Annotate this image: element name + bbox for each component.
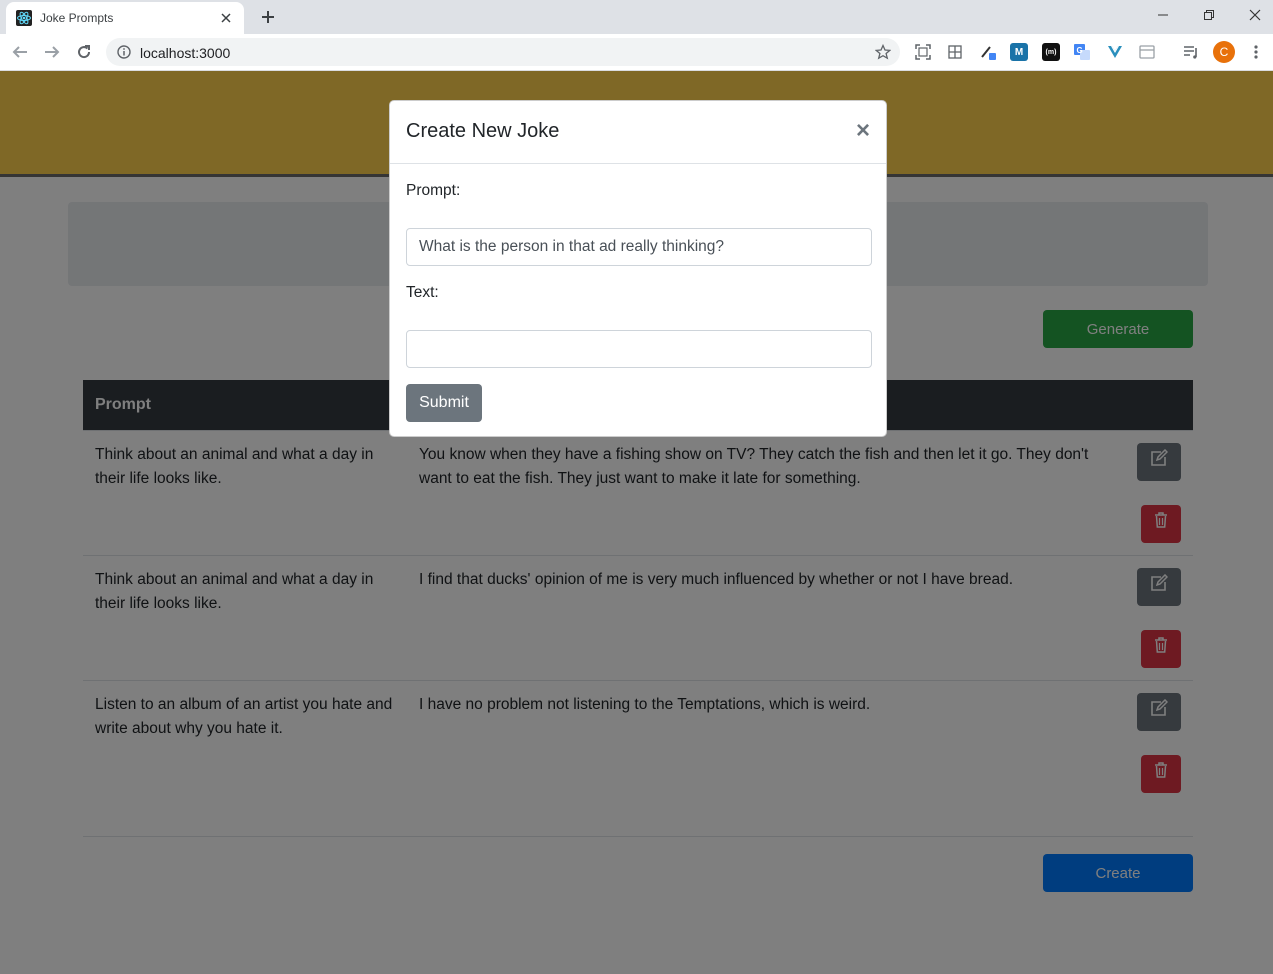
translate-extension-icon[interactable]: G xyxy=(1073,43,1091,61)
m-extension-icon[interactable]: M xyxy=(1010,43,1028,61)
back-arrow-icon[interactable] xyxy=(7,39,33,65)
forward-arrow-icon[interactable] xyxy=(39,39,65,65)
new-tab-plus-icon[interactable] xyxy=(256,6,280,28)
browser-tab[interactable]: Joke Prompts xyxy=(6,2,244,34)
pen-extension-icon[interactable] xyxy=(979,43,997,61)
vue-extension-icon[interactable] xyxy=(1106,43,1124,61)
modal-title: Create New Joke xyxy=(406,120,560,142)
react-favicon-icon xyxy=(16,10,32,26)
close-icon[interactable]: × xyxy=(853,117,873,144)
media-queue-icon[interactable] xyxy=(1182,43,1200,61)
submit-button[interactable]: Submit xyxy=(406,384,482,422)
screenshot-extension-icon[interactable] xyxy=(914,43,932,61)
tab-strip: Joke Prompts xyxy=(0,0,1273,34)
profile-avatar[interactable]: C xyxy=(1213,41,1235,63)
tab-title: Joke Prompts xyxy=(40,11,114,25)
create-joke-modal: Create New Joke × Prompt: Text: Submit xyxy=(389,100,887,437)
browser-toolbar: localhost:3000 M (m) G xyxy=(0,34,1273,71)
modal-header: Create New Joke × xyxy=(390,101,886,164)
minimize-icon[interactable] xyxy=(1140,0,1186,30)
bookmark-star-icon[interactable] xyxy=(874,43,892,61)
page-content: Generate Prompt Think about an animal an… xyxy=(0,71,1273,974)
prompt-label: Prompt: xyxy=(406,182,461,199)
reload-icon[interactable] xyxy=(71,39,97,65)
window-close-icon[interactable] xyxy=(1232,0,1273,30)
browser-menu-icon[interactable] xyxy=(1247,43,1265,61)
prompt-input[interactable] xyxy=(406,228,872,266)
dark-extension-icon[interactable]: (m) xyxy=(1042,43,1060,61)
restore-icon[interactable] xyxy=(1186,0,1232,30)
site-info-icon[interactable] xyxy=(116,44,132,60)
window-extension-icon[interactable] xyxy=(1138,43,1156,61)
svg-text:G: G xyxy=(1077,46,1083,55)
grid-extension-icon[interactable] xyxy=(946,43,964,61)
text-label: Text: xyxy=(406,284,439,301)
text-input[interactable] xyxy=(406,330,872,368)
tab-close-icon[interactable] xyxy=(218,10,234,26)
address-bar[interactable]: localhost:3000 xyxy=(106,38,900,66)
url-text: localhost:3000 xyxy=(140,45,231,61)
